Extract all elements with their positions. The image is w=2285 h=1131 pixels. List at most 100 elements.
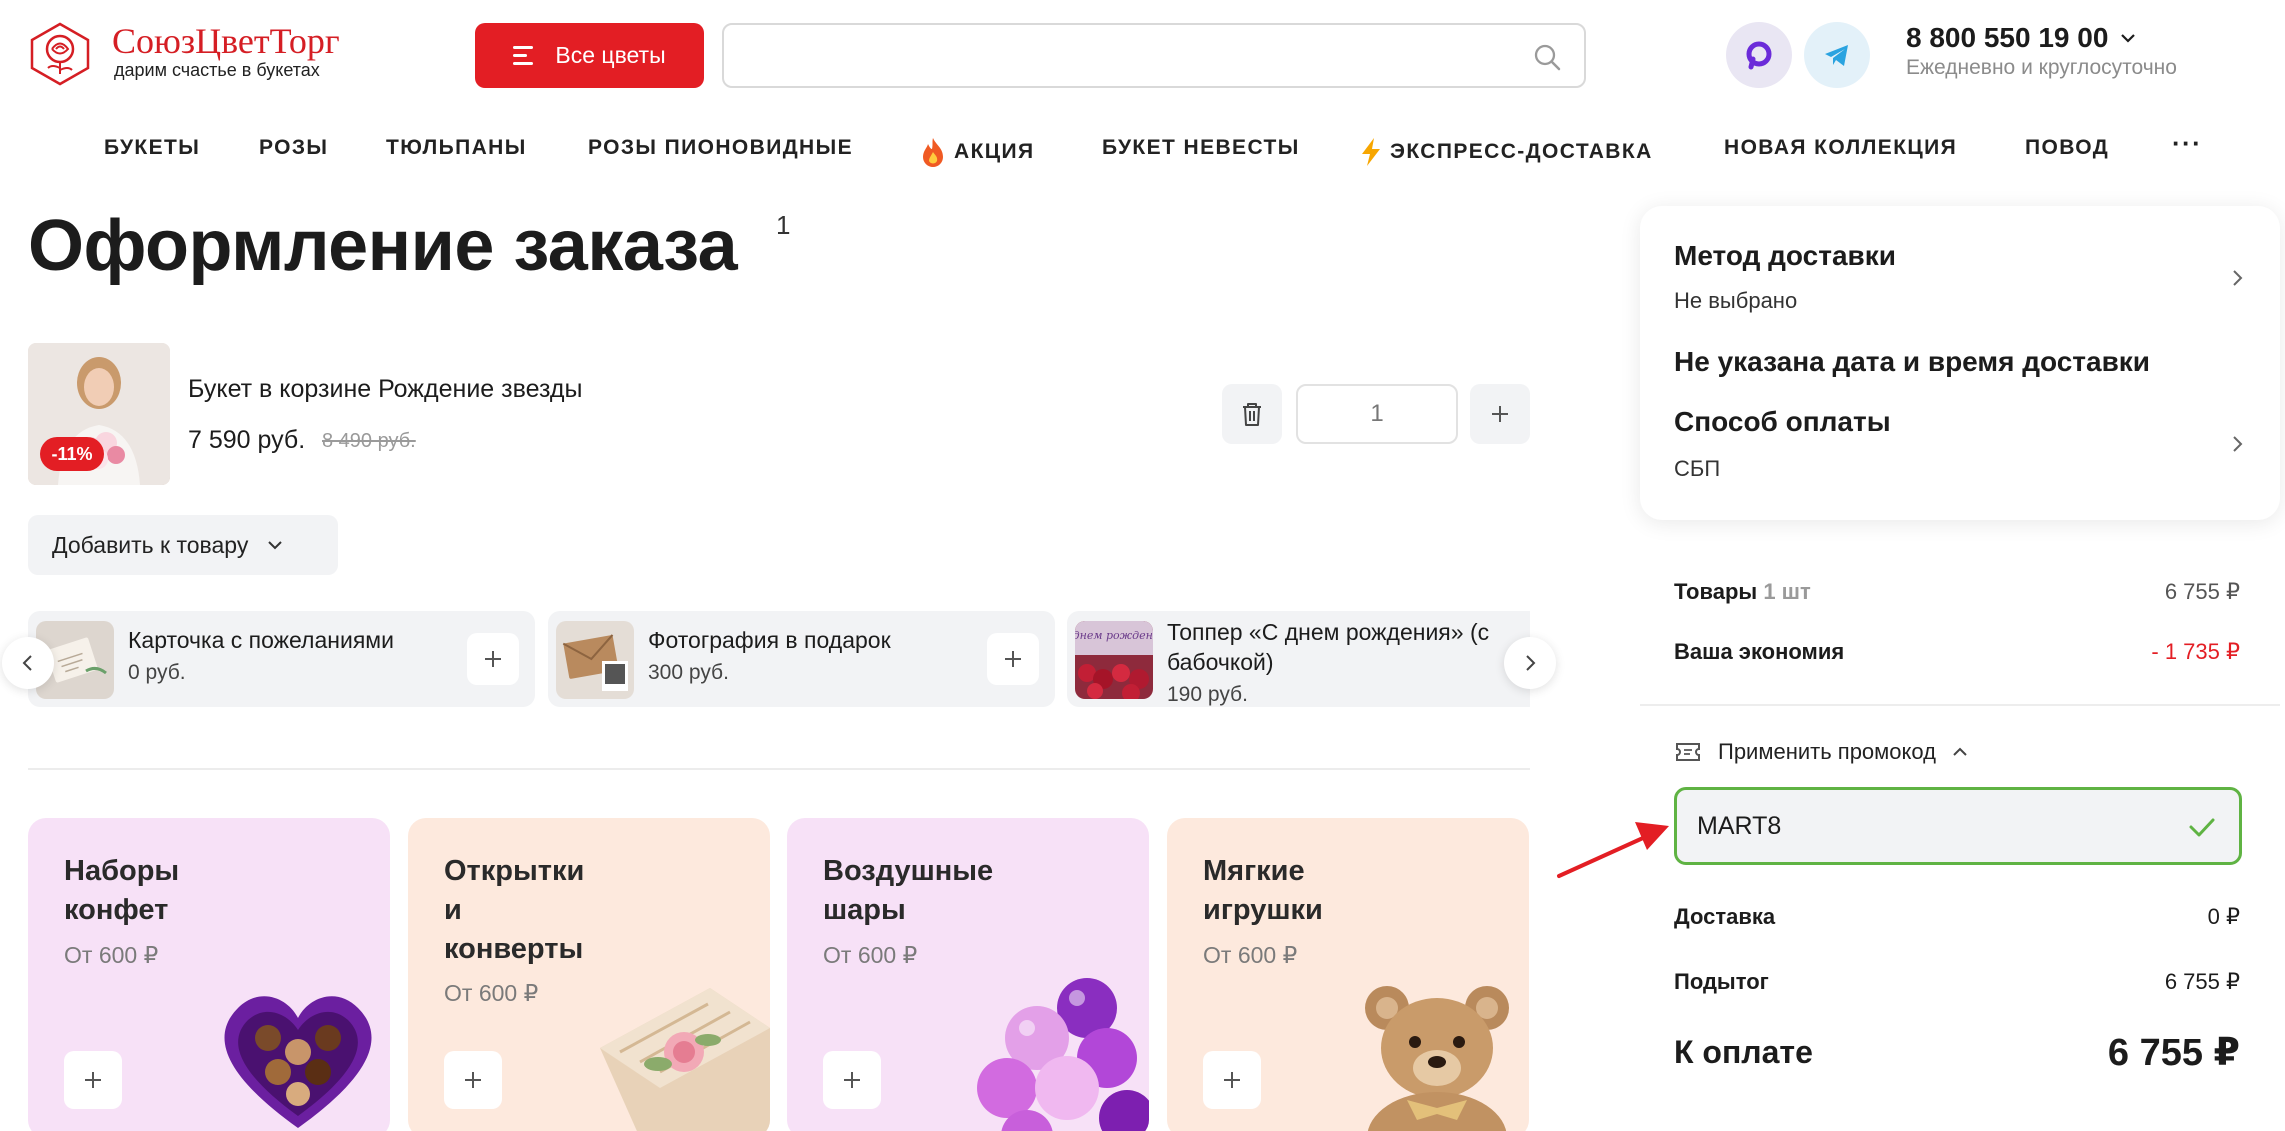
carousel-next-button[interactable]: [1504, 637, 1556, 689]
nav-item-bride-bouquet[interactable]: БУКЕТ НЕВЕСТЫ: [1102, 136, 1300, 160]
logo-name[interactable]: СоюзЦветТорг: [112, 20, 340, 62]
nav-item-bouquets[interactable]: БУКЕТЫ: [104, 136, 200, 160]
addon-card[interactable]: Карточка с пожеланиями 0 руб.: [28, 611, 535, 707]
quantity-input[interactable]: [1296, 384, 1458, 444]
addon-card[interactable]: С днем рождения Топпер «С днем рождения»…: [1067, 611, 1530, 707]
payment-method-title[interactable]: Способ оплаты: [1674, 406, 1891, 438]
telegram-button[interactable]: [1804, 22, 1870, 88]
teddy-bear-image: [1365, 986, 1509, 1131]
telegram-icon: [1825, 45, 1848, 66]
plus-icon: [1005, 651, 1021, 667]
search-input[interactable]: [742, 35, 1502, 77]
annotation-arrow-icon: [1557, 822, 1669, 878]
chevron-left-icon: [22, 655, 32, 671]
delivery-method-title[interactable]: Метод доставки: [1674, 240, 1896, 272]
nav-more-icon[interactable]: ···: [2172, 128, 2202, 159]
category-card-cards[interactable]: Открытки и конверты От 600 ₽: [408, 818, 770, 1131]
chevron-right-icon: [1526, 655, 1536, 671]
plus-icon: [485, 651, 501, 667]
addon-card[interactable]: Фотография в подарок 300 руб.: [548, 611, 1055, 707]
all-flowers-label: Все цветы: [555, 42, 666, 68]
add-category-button[interactable]: [823, 1051, 881, 1109]
nav-item-occasion[interactable]: ПОВОД: [2025, 136, 2109, 160]
subtotal-value: 6 755 ₽: [2164, 969, 2240, 994]
section-divider: [28, 768, 1530, 770]
logo-tagline: дарим счастье в букетах: [114, 60, 320, 80]
phone-hours: Ежедневно и круглосуточно: [1906, 56, 2177, 79]
category-title: Открытки и конверты: [444, 855, 585, 965]
nav-item-roses[interactable]: РОЗЫ: [259, 136, 328, 160]
page-title: Оформление заказа: [28, 206, 738, 286]
nav-item-sale[interactable]: АКЦИЯ: [918, 136, 1035, 168]
savings-value: - 1 735 ₽: [2151, 639, 2240, 664]
category-card-balloons[interactable]: Воздушные шары От 600 ₽: [787, 818, 1149, 1131]
addon-image: С днем рождения: [1075, 621, 1153, 699]
plus-icon: [844, 1072, 860, 1088]
carousel-prev-button[interactable]: [2, 637, 54, 689]
main-nav: БУКЕТЫ РОЗЫ ТЮЛЬПАНЫ РОЗЫ ПИОНОВИДНЫЕ АК…: [0, 128, 2285, 170]
addon-name: Топпер «С днем рождения» (с бабочкой): [1167, 619, 1490, 675]
cart-count: 1: [776, 210, 791, 240]
delivery-card: Метод доставки Не выбрано Не указана дат…: [1640, 206, 2280, 520]
total-label: К оплате: [1674, 1034, 1813, 1070]
chevron-right-icon[interactable]: [2228, 434, 2248, 454]
add-addon-button[interactable]: [467, 633, 519, 685]
plus-icon: [1224, 1072, 1240, 1088]
search-box[interactable]: [722, 23, 1586, 88]
total-value: 6 755 ₽: [2107, 1032, 2240, 1074]
phone-dropdown[interactable]: 8 800 550 19 00: [1906, 22, 2136, 54]
payment-method-value: СБП: [1674, 456, 1721, 481]
category-title: Мягкие игрушки: [1203, 855, 1323, 926]
product-old-price: 8 490 руб.: [322, 430, 416, 452]
check-icon: [2189, 818, 2215, 837]
logo-rose-icon[interactable]: [28, 22, 92, 86]
category-price: От 600 ₽: [1203, 942, 1298, 968]
promo-code-input[interactable]: [1697, 808, 2137, 844]
product-price: 7 590 руб.: [188, 426, 306, 454]
category-card-candy[interactable]: Наборы конфет От 600 ₽: [28, 818, 390, 1131]
nav-item-new-collection[interactable]: НОВАЯ КОЛЛЕКЦИЯ: [1724, 136, 1957, 160]
category-card-toys[interactable]: Мягкие игрушки От 600 ₽: [1167, 818, 1529, 1131]
nav-item-peony-roses[interactable]: РОЗЫ ПИОНОВИДНЫЕ: [588, 136, 853, 160]
addon-image: [556, 621, 634, 699]
phone-number[interactable]: 8 800 550 19 00: [1906, 22, 2108, 54]
balloons-image: [977, 978, 1149, 1131]
chevron-right-icon[interactable]: [2228, 268, 2248, 288]
promo-code-field[interactable]: [1674, 787, 2242, 865]
menu-icon: [513, 46, 534, 65]
plus-icon: [1492, 406, 1508, 422]
search-icon[interactable]: [1532, 42, 1562, 72]
add-to-item-label: Добавить к товару: [52, 531, 249, 558]
addon-name: Карточка с пожеланиями: [128, 627, 394, 653]
topper-image: С днем рождения: [1075, 621, 1153, 699]
increase-quantity-button[interactable]: [1470, 384, 1530, 444]
nav-item-tulips[interactable]: ТЮЛЬПАНЫ: [386, 136, 527, 160]
category-price: От 600 ₽: [64, 942, 159, 968]
max-messenger-button[interactable]: [1726, 22, 1792, 88]
max-messenger-icon: [1746, 41, 1772, 70]
category-price: От 600 ₽: [444, 980, 539, 1006]
photo-gift-image: [556, 621, 634, 699]
delivery-method-value: Не выбрано: [1674, 288, 1798, 313]
add-category-button[interactable]: [64, 1051, 122, 1109]
delivery-label: Доставка: [1674, 904, 1776, 929]
delivery-date-title[interactable]: Не указана дата и время доставки: [1674, 346, 2150, 378]
goods-value: 6 755 ₽: [2164, 579, 2240, 604]
promo-toggle[interactable]: Применить промокод: [1674, 739, 1968, 765]
category-title: Наборы конфет: [64, 855, 180, 926]
candy-box-image: [224, 996, 372, 1128]
product-name[interactable]: Букет в корзине Рождение звезды: [188, 375, 582, 404]
lightning-icon: [1362, 138, 1380, 166]
nav-item-express-delivery[interactable]: ЭКСПРЕСС-ДОСТАВКА: [1358, 136, 1653, 168]
topper-text: С днем рождения: [1075, 629, 1153, 642]
delete-item-button[interactable]: [1222, 384, 1282, 444]
add-to-item-dropdown[interactable]: Добавить к товару: [28, 515, 338, 575]
add-category-button[interactable]: [444, 1051, 502, 1109]
addon-price: 300 руб.: [648, 661, 729, 684]
all-flowers-button[interactable]: Все цветы: [475, 23, 704, 88]
addon-price: 190 руб.: [1167, 683, 1248, 706]
promo-toggle-label: Применить промокод: [1718, 739, 1936, 764]
add-addon-button[interactable]: [987, 633, 1039, 685]
add-category-button[interactable]: [1203, 1051, 1261, 1109]
summary-divider: [1640, 704, 2280, 706]
